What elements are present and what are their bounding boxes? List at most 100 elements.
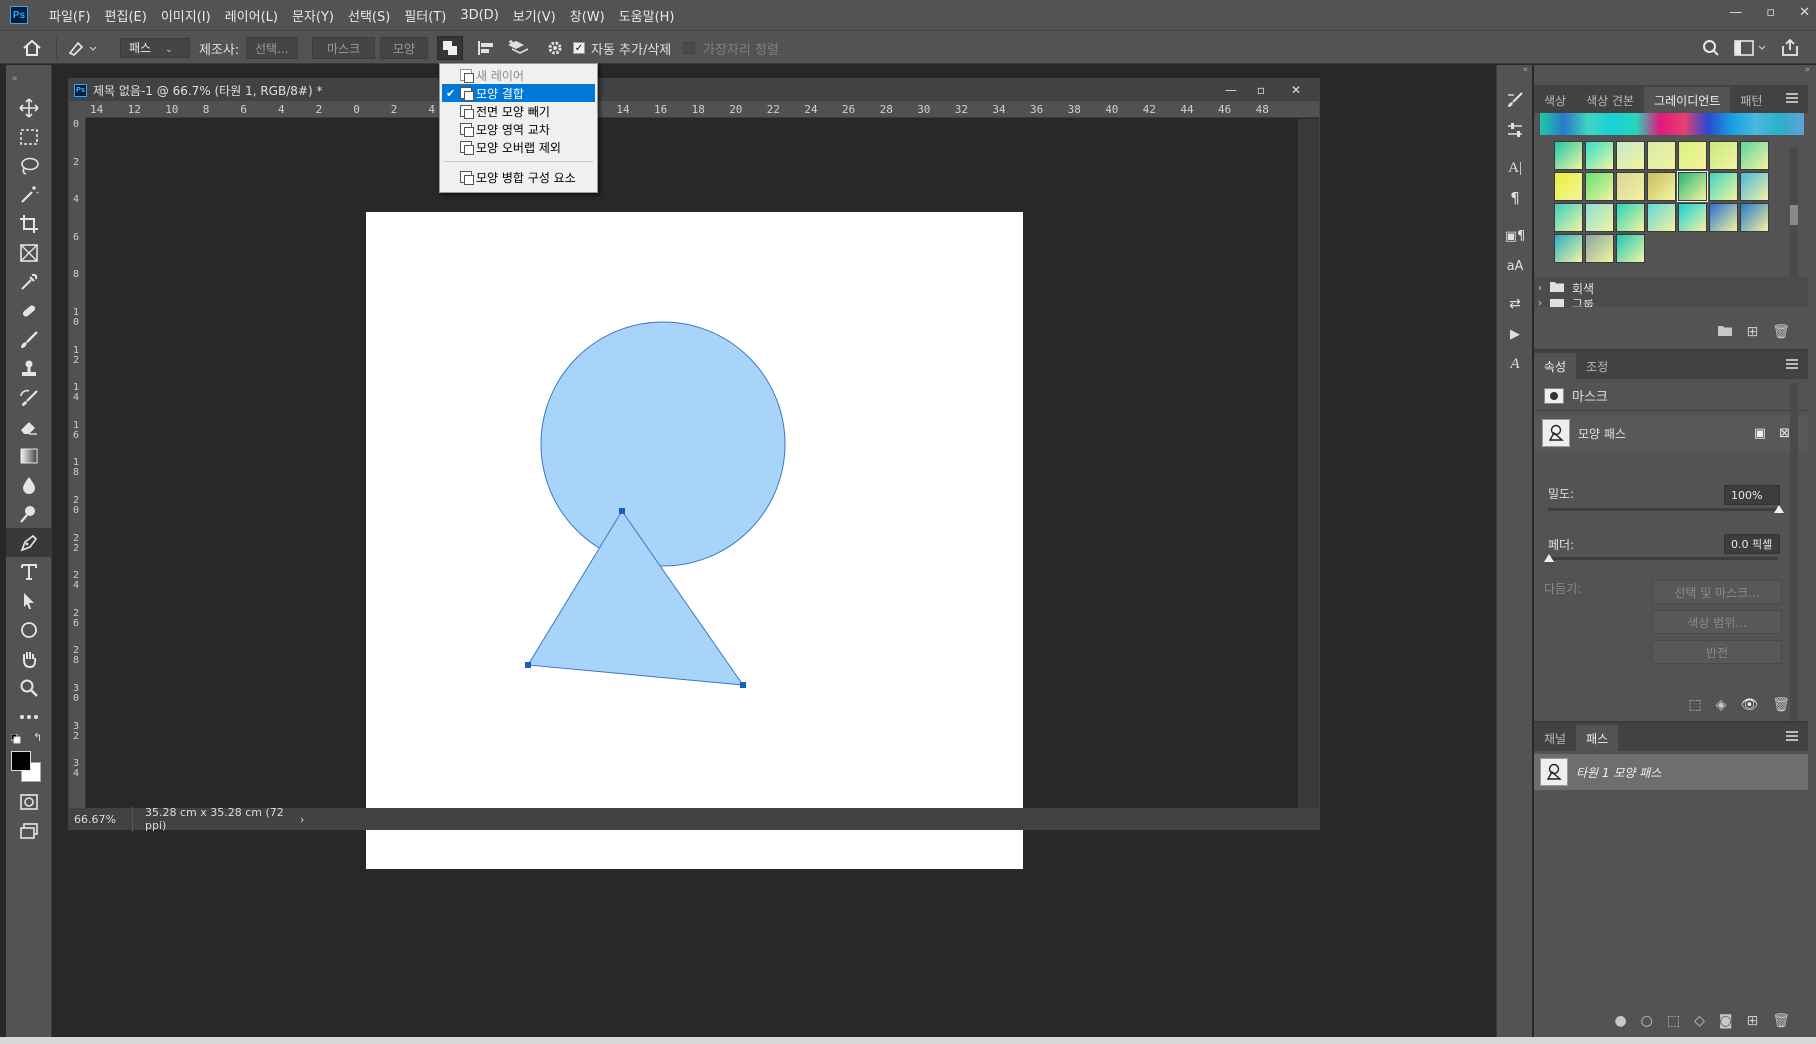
path-list-item[interactable]: 타원 1 모양 패스 [1534,754,1808,790]
history-panel-icon[interactable]: ⇄ [1497,289,1533,319]
menu-3d[interactable]: 3D(D) [453,8,505,23]
pen-tool-icon[interactable] [6,528,52,557]
history-brush-tool-icon[interactable] [6,383,52,412]
adjustments-sliders-icon[interactable] [1497,115,1533,145]
feather-slider[interactable] [1548,557,1778,560]
gradient-swatch[interactable] [1616,234,1645,263]
ruler-origin[interactable] [69,101,86,118]
hand-tool-icon[interactable] [6,644,52,673]
density-field[interactable]: 100% [1724,485,1780,505]
properties-scrollbar[interactable] [1790,383,1798,723]
gradient-swatch[interactable] [1554,172,1583,201]
gradient-swatch[interactable] [1554,203,1583,232]
gradient-swatch[interactable] [1554,141,1583,170]
panel-menu-icon[interactable] [1786,93,1798,103]
gradient-swatch[interactable] [1740,203,1769,232]
menu-help[interactable]: 도움말(H) [612,6,682,25]
path-alignment-icon[interactable] [477,37,495,59]
eye-icon[interactable]: 👁 [1740,697,1758,713]
document-tab[interactable]: Ps 제목 없음-1 @ 66.7% (타원 1, RGB/8#) * — ▫ … [69,79,1319,101]
gradient-swatch[interactable] [1647,141,1676,170]
gradient-swatch[interactable] [1740,172,1769,201]
color-range-button[interactable]: 색상 범위... [1652,610,1782,634]
select-and-mask-button[interactable]: 선택 및 마스크... [1652,580,1782,604]
load-selection-icon[interactable]: ⬚ [1688,697,1701,713]
status-menu-arrow[interactable]: › [300,813,304,826]
menu-filter[interactable]: 필터(T) [397,6,453,25]
brush-settings-icon[interactable] [1497,85,1533,115]
home-icon[interactable] [22,37,42,59]
add-mask-icon[interactable]: ◙ [1719,1013,1733,1029]
gradient-swatch[interactable] [1709,141,1738,170]
close-button[interactable]: ✕ [1799,5,1810,20]
ellipse-shape[interactable] [540,321,786,567]
swap-colors-icon[interactable]: ↰ [33,731,42,744]
glyphs-panel-icon[interactable]: A [1497,349,1533,379]
restore-button[interactable]: ▫ [1766,5,1775,20]
make-selection-button[interactable]: 선택... [246,37,298,59]
tab-properties[interactable]: 속성 [1534,353,1577,379]
menu-new-layer[interactable]: 새 레이어 [442,66,595,84]
dodge-tool-icon[interactable] [6,499,52,528]
blur-tool-icon[interactable] [6,470,52,499]
gradient-swatch[interactable] [1647,203,1676,232]
gradient-swatch[interactable] [1585,172,1614,201]
anchor-point-right[interactable] [740,682,746,688]
horizontal-ruler[interactable]: 1412108642024681012141618202224262830323… [86,101,1319,118]
tab-adjustments[interactable]: 조정 [1576,353,1618,379]
workspace-icon[interactable] [1734,37,1770,59]
tab-patterns[interactable]: 패턴 [1730,87,1772,113]
gradient-swatch[interactable] [1740,141,1769,170]
recent-gradients-strip[interactable] [1540,113,1804,135]
character-styles-icon[interactable]: aA [1497,251,1533,281]
menu-image[interactable]: 이미지(I) [154,6,218,25]
apply-mask-icon[interactable]: ◈ [1716,697,1727,713]
search-icon[interactable] [1702,37,1720,59]
menu-layer[interactable]: 레이어(L) [218,6,285,25]
gradient-swatch[interactable] [1677,171,1708,202]
gradient-swatch[interactable] [1709,172,1738,201]
path-arrangement-icon[interactable] [508,37,532,59]
tab-channels[interactable]: 채널 [1534,725,1576,751]
zoom-level[interactable]: 66.67% [74,813,124,826]
minimize-button[interactable]: — [1729,5,1742,20]
panel-menu-icon[interactable] [1786,359,1798,369]
screen-mode-icon[interactable] [6,816,52,845]
menu-window[interactable]: 창(W) [563,6,612,25]
gradient-swatch[interactable] [1554,234,1583,263]
menu-view[interactable]: 보기(V) [506,6,563,25]
vertical-ruler[interactable]: 0 2 4 6 8 10 12 14 16 18 20 22 24 26 28 30 32 34 [69,118,86,808]
gradient-swatch[interactable] [1709,203,1738,232]
tab-paths[interactable]: 패스 [1576,725,1619,751]
path-to-selection-icon[interactable]: ⬚ [1667,1013,1680,1029]
pen-tool-preset-icon[interactable] [66,37,98,59]
default-colors-icon[interactable] [10,733,21,744]
gradient-tool-icon[interactable] [6,441,52,470]
gradient-swatch[interactable] [1616,172,1645,201]
shape-path-thumbnail[interactable] [1542,419,1570,447]
gradient-swatch[interactable] [1678,203,1707,232]
tool-mode-select[interactable]: 패스 ⌄ [120,38,190,58]
gradient-swatch[interactable] [1585,141,1614,170]
anchor-point-left[interactable] [525,662,531,668]
density-slider[interactable] [1548,508,1778,511]
menu-intersect-shapes[interactable]: 모양 영역 교차 [442,120,595,138]
gear-icon[interactable] [546,37,564,59]
feather-field[interactable]: 0.0 픽셀 [1724,534,1780,554]
magic-wand-tool-icon[interactable] [6,180,52,209]
eraser-tool-icon[interactable] [6,412,52,441]
new-gradient-icon[interactable]: ⊞ [1746,324,1758,340]
menu-edit[interactable]: 편집(E) [98,6,154,25]
path-selection-tool-icon[interactable] [6,586,52,615]
menu-select[interactable]: 선택(S) [341,6,397,25]
selection-to-path-icon[interactable]: ◇ [1694,1013,1705,1029]
crop-tool-icon[interactable] [6,209,52,238]
mask-icon[interactable] [1544,387,1564,404]
lasso-tool-icon[interactable] [6,151,52,180]
gradient-swatch[interactable] [1616,141,1645,170]
panel-menu-icon[interactable] [1786,731,1798,741]
tab-gradients[interactable]: 그레이디언트 [1644,87,1731,113]
path-operations-icon[interactable] [437,36,463,60]
brush-tool-icon[interactable] [6,325,52,354]
gradient-swatch[interactable] [1647,172,1676,201]
